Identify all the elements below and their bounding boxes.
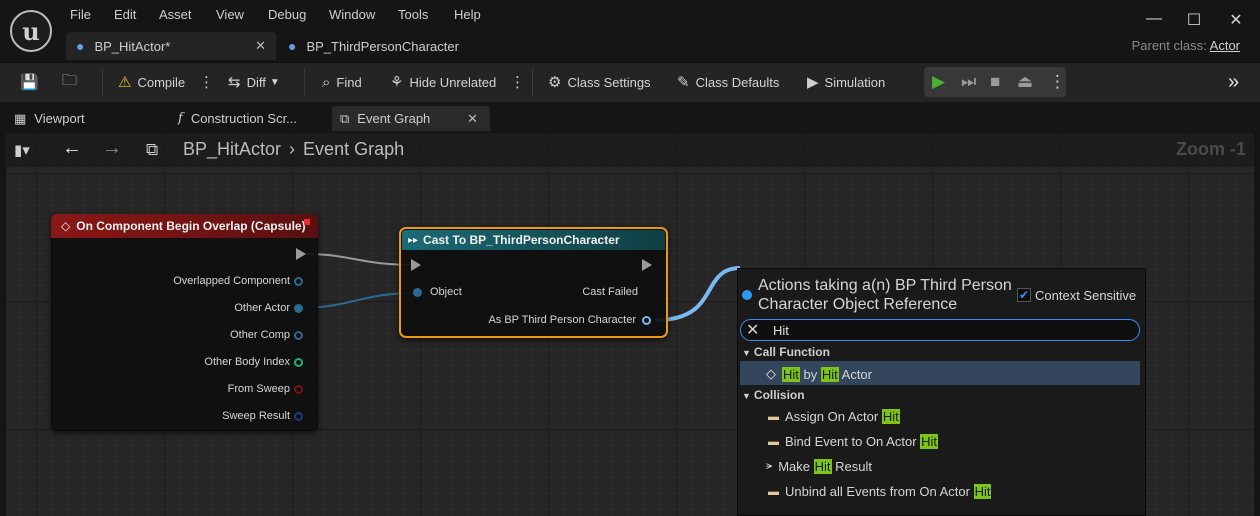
pin-label: Cast Failed [582, 286, 638, 298]
action-assign-on-actor-hit[interactable]: ▬ Assign On Actor Hit [768, 409, 900, 424]
exec-out-pin[interactable] [642, 259, 652, 271]
category-label: Collision [753, 388, 805, 402]
action-text: Make [778, 459, 814, 474]
cast-icon: ▸▸ [408, 234, 419, 246]
output-wire [656, 266, 741, 322]
pin-label: Other Actor [234, 302, 290, 314]
clear-search-icon[interactable]: ✕ [746, 320, 759, 340]
node-title: Cast To BP_ThirdPersonCharacter [423, 233, 620, 247]
pin[interactable] [294, 358, 303, 367]
object-pin[interactable] [413, 288, 422, 297]
function-node-icon: ◇ [766, 366, 776, 381]
match-highlight: Hit [973, 484, 992, 499]
node-header[interactable]: ◇ On Component Begin Overlap (Capsule) [51, 214, 318, 238]
action-menu-title: Actions taking a(n) BP Third Person Char… [758, 277, 1012, 313]
delegate-icon: ▬ [768, 410, 779, 423]
pin-label: From Sweep [227, 383, 290, 395]
match-highlight: Hit [820, 366, 839, 382]
action-text: Assign On Actor [785, 409, 882, 424]
pin-label: Other Body Index [204, 356, 290, 368]
action-text: Bind Event to On Actor [785, 434, 921, 449]
category-collision[interactable]: ▼ Collision [742, 388, 805, 402]
chevron-down-icon: ▼ [742, 391, 751, 401]
action-text: by [799, 366, 821, 382]
node-on-component-begin-overlap[interactable] [51, 214, 318, 431]
action-hit-by-hit-actor[interactable]: ◇ Hit by Hit Actor [766, 366, 872, 382]
exec-in-pin[interactable] [411, 259, 421, 271]
action-text: Unbind all Events from On Actor [785, 484, 974, 499]
pin-label: Overlapped Component [173, 275, 290, 287]
chevron-down-icon: ▼ [742, 348, 751, 358]
action-text: Result [831, 459, 872, 474]
pin[interactable] [294, 331, 303, 340]
object-reference-icon [742, 290, 752, 300]
action-search-input[interactable] [740, 319, 1140, 341]
match-highlight: Hit [782, 366, 800, 382]
event-icon: ◇ [61, 219, 71, 233]
delegate-icon: ▬ [768, 435, 779, 448]
category-call-function[interactable]: ▼ Call Function [742, 345, 830, 359]
context-sensitive-label: Context Sensitive [1035, 288, 1137, 303]
pin[interactable] [294, 385, 303, 394]
category-label: Call Function [753, 345, 830, 359]
action-make-hit-result[interactable]: ⪫ Make Hit Result [766, 459, 872, 474]
pin-label: Sweep Result [222, 410, 290, 422]
pin[interactable] [294, 277, 303, 286]
node-title: On Component Begin Overlap (Capsule) [76, 219, 306, 233]
match-highlight: Hit [881, 409, 900, 424]
delegate-pin[interactable] [304, 219, 310, 225]
context-sensitive-checkbox[interactable]: ✔ [1017, 288, 1031, 302]
search-value: Hit [773, 323, 789, 338]
pin[interactable] [294, 412, 303, 421]
pin-label: Object [430, 286, 462, 298]
pin-label: As BP Third Person Character [488, 314, 636, 326]
as-character-pin[interactable] [642, 316, 651, 325]
action-bind-event[interactable]: ▬ Bind Event to On Actor Hit [768, 434, 939, 449]
match-highlight: Hit [920, 434, 939, 449]
match-highlight: Hit [813, 459, 832, 474]
action-text: Actor [838, 366, 872, 382]
delegate-icon: ▬ [768, 485, 779, 498]
action-unbind-all[interactable]: ▬ Unbind all Events from On Actor Hit [768, 484, 992, 499]
cast-failed-pin[interactable] [643, 287, 652, 299]
node-header[interactable]: ▸▸ Cast To BP_ThirdPersonCharacter [402, 230, 665, 250]
pin[interactable] [294, 304, 303, 313]
pin-label: Other Comp [230, 329, 290, 341]
make-struct-icon: ⪫ [766, 460, 773, 472]
exec-out-pin[interactable] [296, 248, 306, 260]
